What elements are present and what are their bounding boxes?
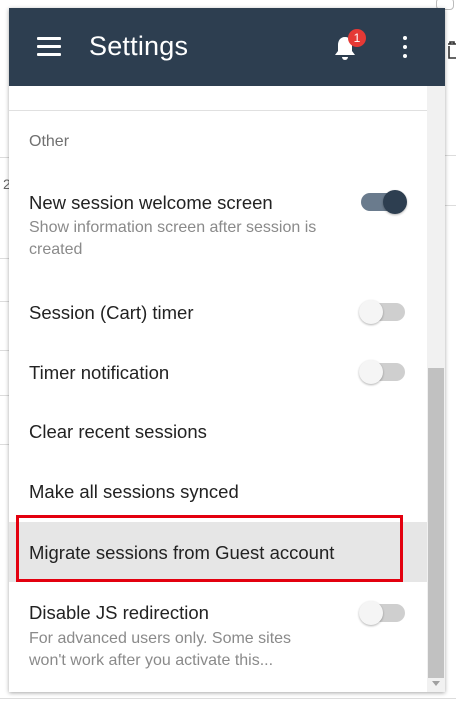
menu-icon[interactable] [37, 37, 61, 57]
setting-title: Migrate sessions from Guest account [29, 542, 335, 563]
setting-title: New session welcome screen [29, 192, 273, 213]
setting-disable-js-redirection[interactable]: Disable JS redirection For advanced user… [9, 594, 427, 674]
trash-icon [448, 41, 456, 59]
background-divider [0, 157, 9, 158]
scrollbar-thumb[interactable] [428, 368, 444, 678]
background-divider [0, 395, 9, 396]
migrate-sessions-item[interactable]: Migrate sessions from Guest account [9, 522, 427, 582]
clear-recent-sessions-item[interactable]: Clear recent sessions [9, 411, 427, 455]
scrollbar[interactable] [427, 86, 445, 692]
page-title: Settings [89, 31, 189, 61]
setting-session-timer[interactable]: Session (Cart) timer [9, 292, 427, 336]
more-options-icon[interactable] [400, 36, 410, 60]
background-divider [0, 350, 9, 351]
background-divider [445, 155, 456, 156]
background-divider [0, 258, 9, 259]
setting-new-session-welcome[interactable]: New session welcome screen Show informat… [9, 184, 427, 270]
make-all-sessions-synced-item[interactable]: Make all sessions synced [9, 471, 427, 515]
setting-title: Disable JS redirection [29, 602, 209, 623]
divider [9, 110, 427, 111]
background-divider [445, 205, 456, 206]
settings-list: Other New session welcome screen Show in… [9, 86, 427, 692]
setting-description: Show information screen after session is… [29, 219, 317, 258]
setting-title: Session (Cart) timer [29, 302, 194, 323]
setting-title: Make all sessions synced [29, 481, 239, 502]
settings-popup: Settings 1 Other New session welcome scr… [9, 8, 445, 692]
background-divider [0, 698, 456, 699]
setting-description: For advanced users only. Some sites won'… [29, 630, 292, 669]
setting-title: Timer notification [29, 362, 170, 383]
section-title-other: Other [29, 133, 70, 150]
setting-timer-notification[interactable]: Timer notification [9, 352, 427, 396]
scroll-down-arrow-icon[interactable] [432, 681, 440, 686]
settings-header: Settings 1 [9, 8, 445, 86]
notification-badge: 1 [348, 29, 366, 47]
background-divider [0, 301, 9, 302]
setting-title: Clear recent sessions [29, 421, 207, 442]
background-divider [0, 444, 9, 445]
